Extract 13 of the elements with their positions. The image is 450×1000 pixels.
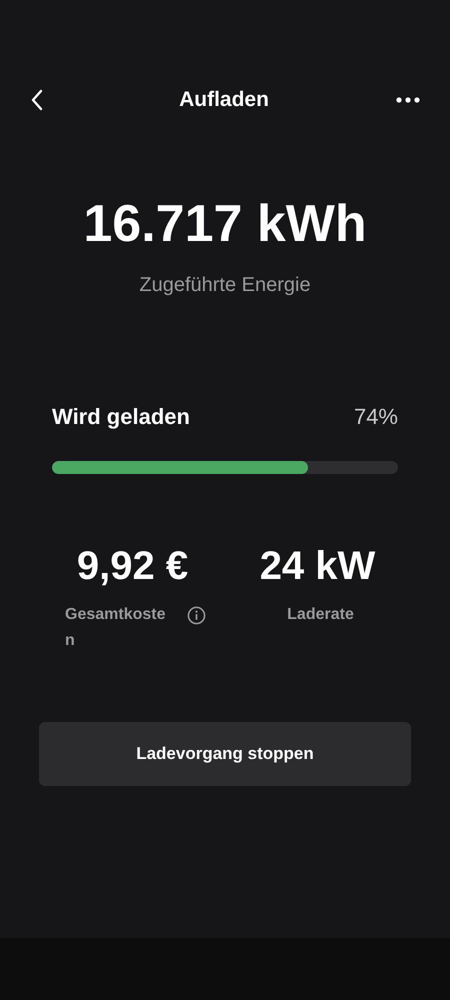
back-icon (30, 88, 44, 112)
screen-title: Aufladen (179, 87, 269, 114)
charging-status: Wird geladen (52, 403, 190, 431)
energy-value: 16.717 kWh (83, 198, 367, 250)
charge-percent: 74% (354, 403, 398, 431)
stat-label: Gesamtkosten (65, 605, 166, 651)
stat-value: 9,92 € (76, 546, 188, 586)
stat-label: Laderate (287, 605, 354, 625)
energy-label: Zugeführte Energie (139, 273, 311, 298)
stop-charging-button[interactable]: Ladevorgang stoppen (39, 722, 411, 786)
stat-value: 24 kW (260, 546, 376, 586)
info-icon[interactable] (187, 606, 206, 625)
more-icon (396, 97, 420, 103)
